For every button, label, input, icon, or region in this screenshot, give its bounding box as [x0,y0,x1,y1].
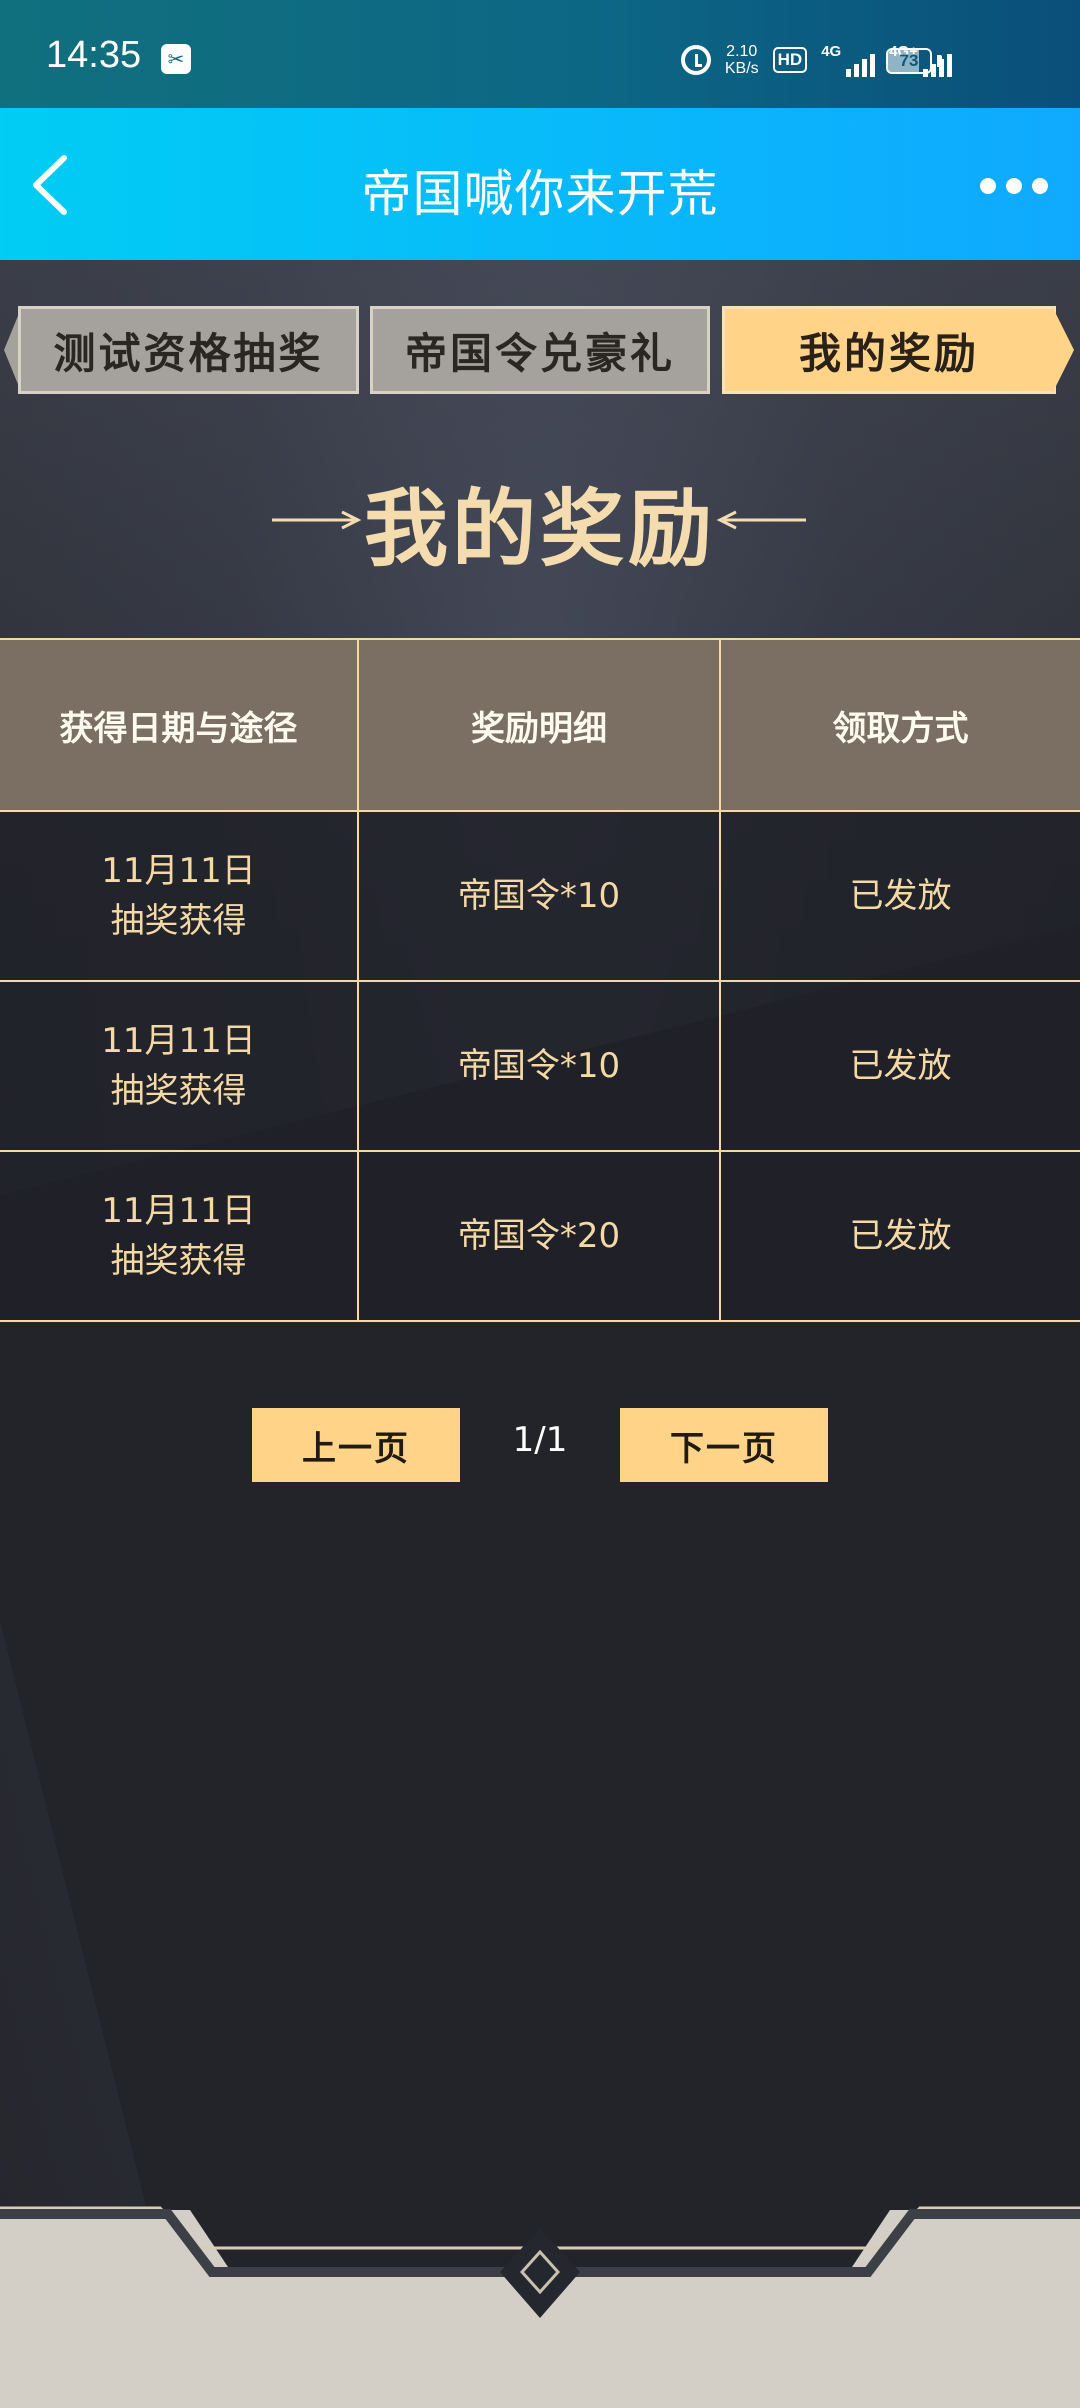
signal-icon-sim1: 4G [821,43,876,77]
network-speed-value: 2.10 [726,43,758,60]
tab-my-rewards[interactable]: 我的奖励 [722,306,1056,394]
cell-source: 抽奖获得 [110,1241,247,1281]
cell-date-source: 11月11日 抽奖获得 [0,980,359,1152]
status-bar: 14:35 ✂ 2.10 KB/s HD 4G 4G+ 73 [0,0,1080,108]
bottom-decor-panel [0,2200,1080,2408]
tab-exchange[interactable]: 帝国令兑豪礼 [370,306,710,394]
battery-icon: 73 [886,48,932,74]
table-header-row: 获得日期与途径 奖励明细 领取方式 [0,638,1080,812]
page-indicator: 1/1 [512,1420,568,1460]
app-notification-icon: ✂ [161,44,191,74]
cell-detail: 帝国令*10 [357,980,721,1152]
cell-date: 11月11日 [101,1191,256,1231]
table-row: 11月11日 抽奖获得 帝国令*10 已发放 [0,980,1080,1152]
network-speed-unit: KB/s [724,60,759,77]
alarm-icon [680,45,711,75]
cell-date: 11月11日 [101,1021,256,1061]
cell-detail: 帝国令*10 [357,810,721,982]
cell-status: 已发放 [719,1150,1080,1322]
cell-date: 11月11日 [101,851,256,891]
section-title: 我的奖励 [363,480,716,578]
status-time: 14:35 [46,34,142,76]
reward-table: 获得日期与途径 奖励明细 领取方式 11月11日 抽奖获得 帝国令*10 已发放… [0,638,1080,1322]
cell-source: 抽奖获得 [110,901,247,941]
more-button[interactable] [974,166,1054,206]
ornate-frame-icon [0,2206,1080,2408]
table-row: 11月11日 抽奖获得 帝国令*10 已发放 [0,810,1080,982]
next-page-button[interactable]: 下一页 [620,1408,828,1482]
sim1-label: 4G [821,43,842,60]
cell-date-source: 11月11日 抽奖获得 [0,1150,359,1322]
title-bar: 帝国喊你来开荒 [0,108,1080,260]
tab-decoration-right [1052,306,1074,394]
cell-status: 已发放 [719,810,1080,982]
prev-page-button[interactable]: 上一页 [252,1408,460,1482]
hd-icon: HD [772,47,808,73]
cell-detail: 帝国令*20 [357,1150,721,1322]
tab-lottery[interactable]: 测试资格抽奖 [18,306,359,394]
more-dots-icon [980,178,996,194]
table-row: 11月11日 抽奖获得 帝国令*20 已发放 [0,1150,1080,1322]
page-title: 帝国喊你来开荒 [361,165,719,223]
battery-level: 73 [899,51,919,70]
header-reward-detail: 奖励明细 [357,638,721,812]
arrow-left-decor-icon [716,510,806,530]
cell-date-source: 11月11日 抽奖获得 [0,810,359,982]
cell-source: 抽奖获得 [110,1071,247,1111]
cell-status: 已发放 [719,980,1080,1152]
network-speed: 2.10 KB/s [725,43,759,77]
header-claim-method: 领取方式 [719,638,1080,812]
header-date-source: 获得日期与途径 [0,638,359,812]
